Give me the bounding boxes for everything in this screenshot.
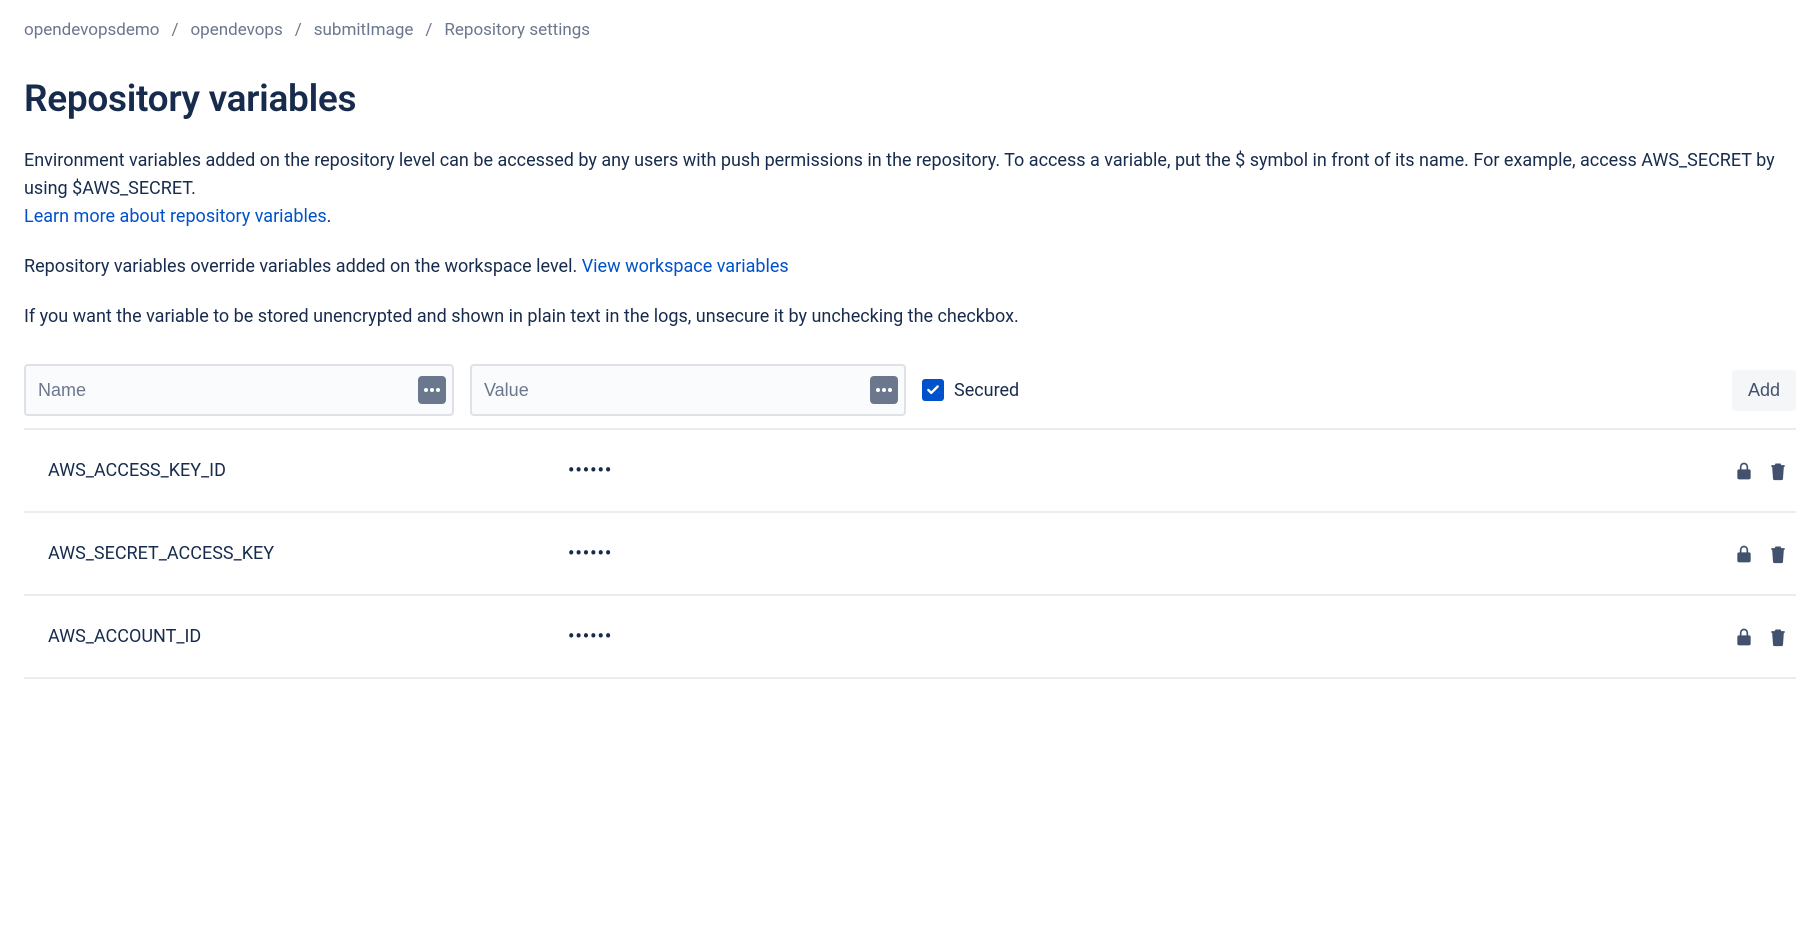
variable-row: AWS_ACCESS_KEY_ID••••••: [24, 430, 1796, 513]
description-intro: Environment variables added on the repos…: [24, 147, 1796, 231]
variable-value-masked: ••••••: [568, 460, 1734, 481]
breadcrumb-separator: /: [425, 20, 432, 40]
variable-name: AWS_SECRET_ACCESS_KEY: [48, 543, 568, 564]
trash-icon[interactable]: [1768, 627, 1788, 647]
variable-name: AWS_ACCOUNT_ID: [48, 626, 568, 647]
name-input[interactable]: [24, 364, 454, 416]
add-variable-form: Secured Add: [24, 352, 1796, 430]
variable-actions: [1734, 544, 1796, 564]
value-input[interactable]: [470, 364, 906, 416]
breadcrumb: opendevopsdemo / opendevops / submitImag…: [24, 20, 1796, 40]
value-password-manager-icon[interactable]: [870, 376, 898, 404]
page-title: Repository variables: [24, 78, 1796, 121]
breadcrumb-item[interactable]: Repository settings: [444, 20, 590, 40]
breadcrumb-item[interactable]: submitImage: [314, 20, 414, 40]
variable-name: AWS_ACCESS_KEY_ID: [48, 460, 568, 481]
description-text: Environment variables added on the repos…: [24, 150, 1775, 199]
variable-actions: [1734, 627, 1796, 647]
breadcrumb-separator: /: [171, 20, 178, 40]
variables-list: AWS_ACCESS_KEY_ID••••••AWS_SECRET_ACCESS…: [24, 430, 1796, 679]
lock-icon[interactable]: [1734, 544, 1754, 564]
lock-icon[interactable]: [1734, 461, 1754, 481]
variable-row: AWS_ACCOUNT_ID••••••: [24, 596, 1796, 679]
variable-actions: [1734, 461, 1796, 481]
breadcrumb-item[interactable]: opendevops: [190, 20, 282, 40]
variable-row: AWS_SECRET_ACCESS_KEY••••••: [24, 513, 1796, 596]
secured-checkbox-wrap: Secured: [922, 379, 1019, 401]
value-field-wrap: [470, 364, 906, 416]
description-override: Repository variables override variables …: [24, 253, 1796, 281]
description-unsecure: If you want the variable to be stored un…: [24, 303, 1796, 331]
variable-value-masked: ••••••: [568, 626, 1734, 647]
description-text: Repository variables override variables …: [24, 256, 582, 277]
secured-label: Secured: [954, 380, 1019, 401]
breadcrumb-separator: /: [295, 20, 302, 40]
trash-icon[interactable]: [1768, 544, 1788, 564]
learn-more-link[interactable]: Learn more about repository variables: [24, 206, 327, 227]
lock-icon[interactable]: [1734, 627, 1754, 647]
view-workspace-variables-link[interactable]: View workspace variables: [582, 256, 789, 277]
trash-icon[interactable]: [1768, 461, 1788, 481]
variable-value-masked: ••••••: [568, 543, 1734, 564]
breadcrumb-item[interactable]: opendevopsdemo: [24, 20, 159, 40]
name-password-manager-icon[interactable]: [418, 376, 446, 404]
name-field-wrap: [24, 364, 454, 416]
add-button[interactable]: Add: [1732, 370, 1796, 411]
secured-checkbox[interactable]: [922, 379, 944, 401]
